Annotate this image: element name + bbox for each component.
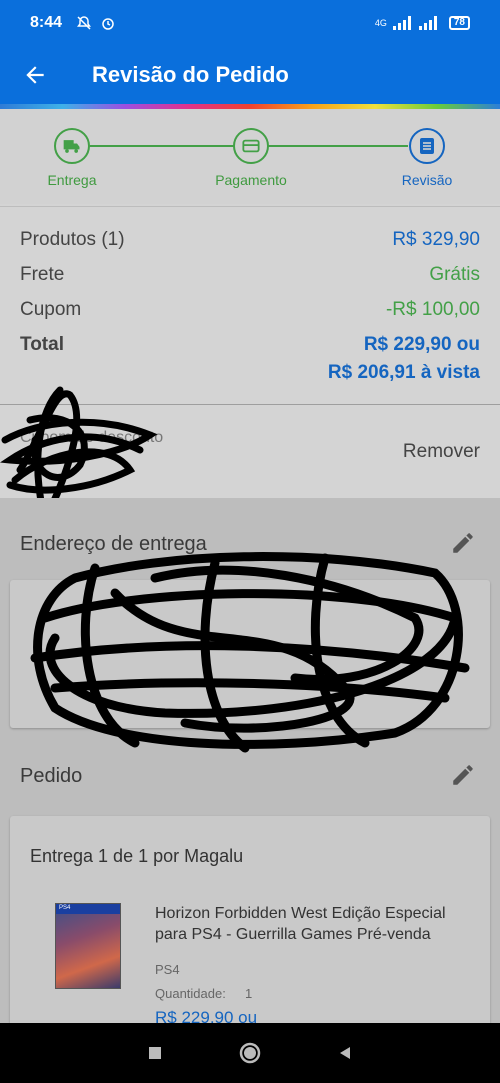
summary-frete-row: Frete Grátis [20, 264, 480, 286]
page-title: Revisão do Pedido [92, 62, 289, 87]
step-pagamento[interactable]: Pagamento [191, 128, 311, 188]
produtos-label: Produtos (1) [20, 229, 125, 250]
total-value: R$ 229,90 ou [363, 334, 480, 355]
home-icon[interactable] [238, 1041, 262, 1065]
coupon-section: Cupom de desconto Remover [0, 386, 500, 530]
total-vista-value: R$ 206,91 à vista [327, 362, 480, 383]
step-pagamento-circle [233, 128, 269, 164]
product-title[interactable]: Horizon Forbidden West Edição Especial p… [155, 903, 465, 945]
system-nav-bar [0, 1023, 500, 1083]
pedido-title: Pedido [20, 765, 83, 787]
signal-icon [392, 16, 411, 30]
arrow-left-icon [26, 66, 44, 84]
summary-produtos-row: Produtos (1) R$ 329,90 [20, 229, 480, 251]
edit-order-button[interactable] [450, 762, 476, 788]
battery-indicator: 78 [448, 16, 470, 30]
step-entrega[interactable]: Entrega [12, 128, 132, 188]
status-bar: 8:44 4G 78 [0, 0, 500, 46]
cupom-label: Cupom [20, 299, 82, 320]
product-quantity-label: Quantidade: [155, 986, 226, 1001]
product-quantity: 1 [245, 986, 253, 1001]
delivery-title: Entrega 1 de 1 por Magalu [30, 846, 244, 866]
step-entrega-circle [54, 128, 90, 164]
signal-icon-2 [418, 16, 437, 30]
produtos-value: R$ 329,90 [392, 229, 480, 250]
checkout-stepper: Entrega Pagamento Revisão [0, 109, 500, 204]
frete-value: Grátis [429, 264, 480, 285]
step-revisao-circle [409, 128, 445, 164]
notifications-off-icon [77, 16, 92, 30]
status-time: 8:44 [30, 14, 63, 31]
order-summary: Produtos (1) R$ 329,90 Frete Grátis Cupo… [0, 206, 500, 404]
step-revisao[interactable]: Revisão [367, 128, 487, 188]
cupom-value: -R$ 100,00 [385, 299, 480, 320]
product-image[interactable]: PS4 [55, 903, 121, 989]
order-card: Entrega 1 de 1 por Magalu PS4 Horizon Fo… [10, 816, 490, 1046]
back-button[interactable] [0, 62, 80, 88]
remove-coupon-button[interactable]: Remover [403, 441, 480, 463]
total-label: Total [20, 334, 64, 355]
summary-cupom-row: Cupom -R$ 100,00 [20, 299, 480, 321]
product-image-badge: PS4 [56, 904, 120, 914]
step-entrega-label: Entrega [47, 172, 97, 188]
app-bar: Revisão do Pedido [0, 46, 500, 104]
alarm-icon [102, 18, 114, 30]
truck-icon [63, 140, 80, 153]
recents-icon[interactable] [147, 1045, 163, 1061]
status-right: 4G 78 [375, 16, 470, 30]
step-pagamento-label: Pagamento [215, 172, 287, 188]
frete-label: Frete [20, 264, 65, 285]
product-platform: PS4 [155, 962, 180, 977]
network-type: 4G [374, 18, 387, 28]
back-nav-icon[interactable] [337, 1045, 353, 1061]
list-icon [420, 138, 434, 154]
summary-total-row: Total R$ 229,90 ou [20, 334, 480, 356]
redaction-scribble-address [30, 552, 470, 753]
step-revisao-label: Revisão [401, 172, 453, 188]
credit-card-icon [242, 139, 260, 153]
